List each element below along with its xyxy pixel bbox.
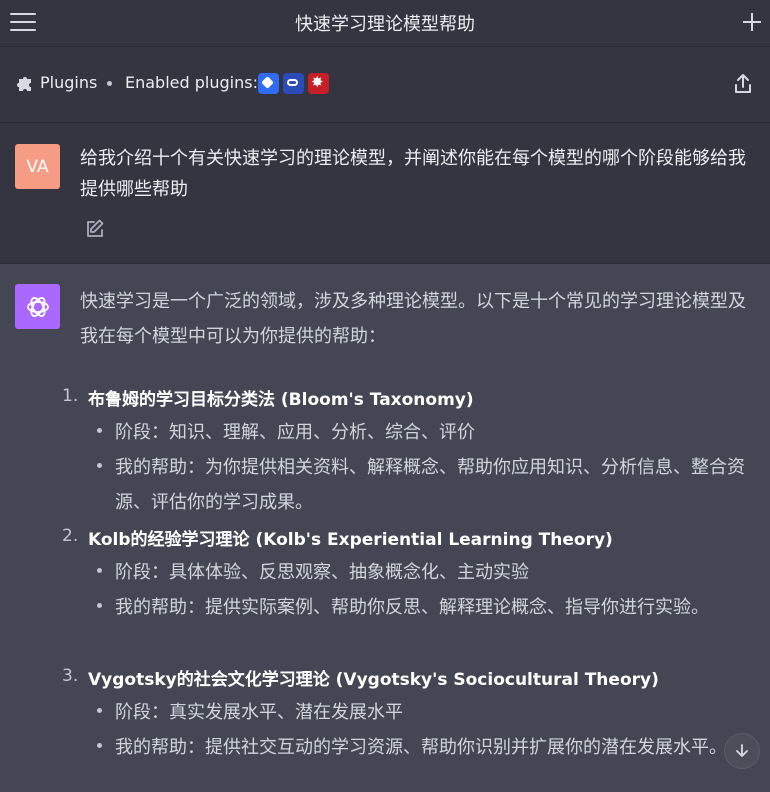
plugins-label: Plugins	[40, 73, 98, 92]
list-item-help: 我的帮助：提供实际案例、帮助你反思、解释理论概念、指导你进行实验。	[115, 597, 709, 618]
new-chat-icon[interactable]	[738, 8, 766, 36]
plugin-gear-icon[interactable]	[308, 73, 329, 94]
bullet	[97, 708, 102, 713]
menu-icon[interactable]	[10, 11, 36, 33]
share-icon[interactable]	[732, 72, 754, 96]
enabled-plugins-label: Enabled plugins:	[125, 73, 258, 92]
list-item-title: Kolb的经验学习理论 (Kolb's Experiential Learnin…	[88, 530, 613, 550]
plugin-bar: Plugins Enabled plugins:	[0, 47, 770, 123]
plugin-diamond-icon[interactable]	[258, 73, 279, 94]
list-number: 2.	[62, 526, 79, 546]
scroll-down-button[interactable]	[724, 733, 760, 769]
bullet	[97, 463, 102, 468]
separator-dot	[107, 81, 112, 86]
edit-icon[interactable]	[84, 218, 106, 240]
top-bar: 快速学习理论模型帮助	[0, 0, 770, 47]
list-number: 1.	[62, 386, 79, 406]
assistant-message: 快速学习是一个广泛的领域，涉及多种理论模型。以下是十个常见的学习理论模型及我在每…	[0, 264, 770, 792]
list-item-stage: 阶段：真实发展水平、潜在发展水平	[115, 702, 403, 723]
bullet	[97, 428, 102, 433]
list-item-title: Vygotsky的社会文化学习理论 (Vygotsky's Sociocultu…	[88, 670, 659, 690]
list-number: 3.	[62, 666, 79, 686]
list-item-help: 我的帮助：提供社交互动的学习资源、帮助你识别并扩展你的潜在发展水平。	[115, 737, 727, 758]
assistant-intro: 快速学习是一个广泛的领域，涉及多种理论模型。以下是十个常见的学习理论模型及我在每…	[80, 291, 746, 347]
list-item-title: 布鲁姆的学习目标分类法 (Bloom's Taxonomy)	[88, 390, 474, 410]
list-item-stage: 阶段：知识、理解、应用、分析、综合、评价	[115, 422, 475, 443]
bullet	[97, 568, 102, 573]
chatgpt-logo-icon	[15, 284, 60, 329]
plugin-link-icon[interactable]	[283, 73, 304, 94]
conversation-title: 快速学习理论模型帮助	[295, 14, 475, 35]
bullet	[97, 603, 102, 608]
puzzle-icon	[17, 77, 31, 91]
user-message: VA 给我介绍十个有关快速学习的理论模型，并阐述你能在每个模型的哪个阶段能够给我…	[0, 123, 770, 264]
avatar: VA	[15, 144, 60, 189]
list-item-help: 我的帮助：为你提供相关资料、解释概念、帮助你应用知识、分析信息、整合资源、评估你…	[115, 457, 745, 513]
arrow-down-icon	[736, 744, 748, 757]
list-item-stage: 阶段：具体体验、反思观察、抽象概念化、主动实验	[115, 562, 529, 583]
bullet	[97, 743, 102, 748]
user-message-text: 给我介绍十个有关快速学习的理论模型，并阐述你能在每个模型的哪个阶段能够给我提供哪…	[80, 148, 746, 200]
